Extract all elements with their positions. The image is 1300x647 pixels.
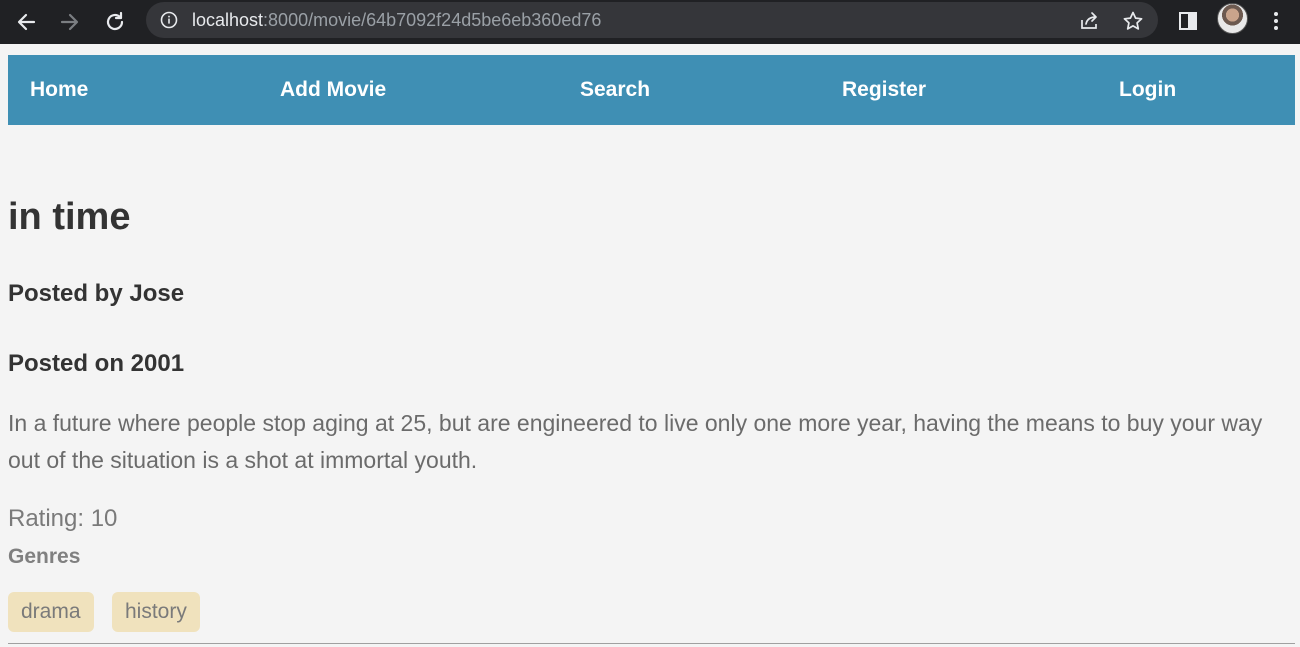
nav-add-movie[interactable]: Add Movie (280, 78, 386, 102)
genre-tag-history: history (112, 592, 200, 632)
movie-title: in time (8, 196, 131, 238)
url-path: :8000/movie/64b7092f24d5be6eb360ed76 (263, 10, 602, 30)
divider (8, 643, 1295, 644)
profile-avatar[interactable] (1217, 3, 1248, 34)
posted-by: Posted by Jose (8, 280, 185, 307)
genres-label: Genres (8, 545, 81, 568)
back-arrow-icon[interactable] (10, 6, 42, 38)
movie-description: In a future where people stop aging at 2… (8, 410, 1263, 473)
info-icon[interactable] (160, 11, 178, 29)
url-text[interactable]: localhost:8000/movie/64b7092f24d5be6eb36… (192, 10, 601, 30)
nav-login[interactable]: Login (1119, 78, 1176, 102)
side-panel-icon[interactable] (1174, 7, 1202, 35)
kebab-menu-icon[interactable] (1262, 7, 1290, 35)
reload-icon[interactable] (99, 6, 131, 38)
forward-arrow-icon[interactable] (54, 6, 86, 38)
address-bar[interactable]: localhost:8000/movie/64b7092f24d5be6eb36… (146, 2, 1158, 38)
nav-home[interactable]: Home (30, 78, 88, 102)
browser-toolbar: localhost:8000/movie/64b7092f24d5be6eb36… (0, 0, 1300, 44)
site-nav: Home Add Movie Search Register Login (8, 55, 1295, 125)
nav-register[interactable]: Register (842, 78, 926, 102)
genre-tag-drama: drama (8, 592, 94, 632)
nav-search[interactable]: Search (580, 78, 650, 102)
url-host: localhost (192, 10, 264, 30)
share-icon[interactable] (1078, 10, 1100, 32)
star-icon[interactable] (1122, 10, 1144, 32)
movie-rating: Rating: 10 (8, 505, 118, 532)
posted-on: Posted on 2001 (8, 350, 185, 377)
